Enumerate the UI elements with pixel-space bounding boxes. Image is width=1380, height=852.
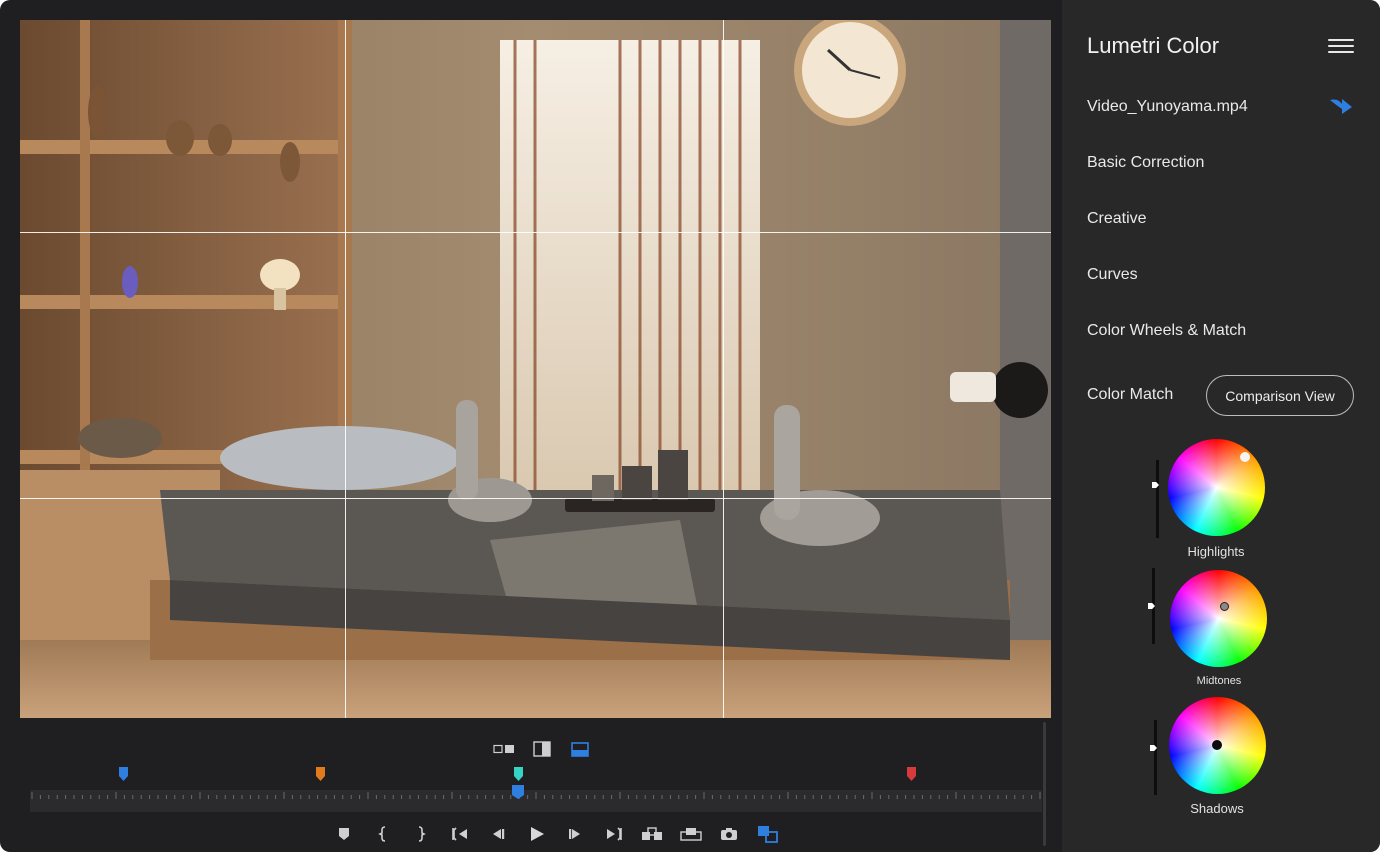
menu-icon[interactable] — [1328, 38, 1354, 56]
single-view-icon — [571, 741, 589, 757]
playhead[interactable] — [512, 784, 524, 799]
export-frame-icon — [721, 828, 738, 840]
insert-button[interactable] — [633, 822, 672, 846]
comparison-view-button[interactable] — [749, 822, 788, 846]
mark-in-button[interactable] — [364, 822, 403, 846]
step-forward-icon — [569, 829, 581, 839]
wheel-handle[interactable] — [1220, 602, 1229, 611]
highlights-slider[interactable] — [1152, 460, 1159, 538]
highlights-color-wheel[interactable] — [1168, 439, 1265, 536]
mark-out-icon — [419, 826, 427, 842]
app-window: Lumetri Color Video_Yunoyama.mp4 Basic C… — [0, 0, 1380, 852]
transport-controls — [325, 822, 787, 846]
timeline-ruler[interactable] — [30, 790, 1042, 812]
play-button[interactable] — [518, 822, 557, 846]
section-creative[interactable]: Creative — [1087, 210, 1147, 228]
view-mode-toggles — [490, 740, 594, 758]
panel-title: Lumetri Color — [1087, 33, 1220, 58]
split-view-button[interactable] — [528, 740, 556, 758]
wheel-handle[interactable] — [1240, 452, 1250, 462]
shadows-label: Shadows — [1190, 801, 1244, 816]
midtones-color-wheel[interactable] — [1170, 570, 1267, 667]
go-to-out-button[interactable] — [595, 822, 634, 846]
single-view-button[interactable] — [566, 740, 594, 758]
shadows-color-wheel[interactable] — [1169, 697, 1266, 794]
midtones-label: Midtones — [1196, 675, 1242, 687]
link-arrow-icon[interactable] — [1328, 96, 1354, 116]
section-basic-correction[interactable]: Basic Correction — [1087, 154, 1204, 172]
lumetri-color-panel: Lumetri Color Video_Yunoyama.mp4 Basic C… — [1062, 0, 1380, 852]
comparison-view-toggle-button[interactable]: Comparison View — [1206, 375, 1354, 416]
overwrite-button[interactable] — [672, 822, 711, 846]
midtones-slider[interactable] — [1148, 568, 1155, 644]
insert-icon — [642, 827, 663, 840]
add-marker-button[interactable] — [325, 822, 364, 846]
timeline — [20, 722, 1048, 852]
wheel-handle[interactable] — [1212, 740, 1222, 750]
timeline-marker[interactable] — [907, 766, 916, 781]
clip-name[interactable]: Video_Yunoyama.mp4 — [1087, 98, 1248, 116]
slider-knob[interactable] — [1150, 745, 1157, 751]
overwrite-icon — [680, 828, 702, 841]
section-color-wheels-match[interactable]: Color Wheels & Match — [1087, 322, 1246, 340]
video-frame — [20, 20, 1051, 718]
step-back-icon — [493, 829, 505, 839]
slider-knob[interactable] — [1148, 603, 1155, 609]
grid-line-vertical-1 — [345, 20, 346, 718]
shadows-slider[interactable] — [1150, 720, 1157, 795]
side-by-side-icon — [493, 744, 514, 754]
comparison-view-icon — [757, 826, 778, 843]
side-by-side-view-button[interactable] — [490, 740, 518, 758]
play-icon — [530, 827, 544, 841]
step-back-button[interactable] — [479, 822, 518, 846]
go-to-in-icon — [451, 827, 467, 841]
color-match-label: Color Match — [1087, 386, 1174, 403]
timeline-marker[interactable] — [316, 766, 325, 781]
timeline-marker[interactable] — [514, 766, 523, 781]
step-forward-button[interactable] — [556, 822, 595, 846]
grid-line-horizontal-1 — [20, 232, 1051, 233]
go-to-out-icon — [606, 827, 622, 841]
section-curves[interactable]: Curves — [1087, 266, 1138, 284]
export-frame-button[interactable] — [710, 822, 749, 846]
timeline-marker[interactable] — [119, 766, 128, 781]
add-marker-icon — [339, 828, 350, 840]
program-monitor[interactable] — [20, 20, 1051, 718]
go-to-in-button[interactable] — [441, 822, 480, 846]
grid-line-horizontal-2 — [20, 498, 1051, 499]
slider-knob[interactable] — [1152, 482, 1159, 488]
mark-out-button[interactable] — [402, 822, 441, 846]
mark-in-icon — [377, 826, 385, 842]
split-view-icon — [533, 741, 551, 757]
timeline-scrollbar[interactable] — [1043, 722, 1046, 846]
highlights-label: Highlights — [1187, 544, 1245, 559]
grid-line-vertical-2 — [723, 20, 724, 718]
